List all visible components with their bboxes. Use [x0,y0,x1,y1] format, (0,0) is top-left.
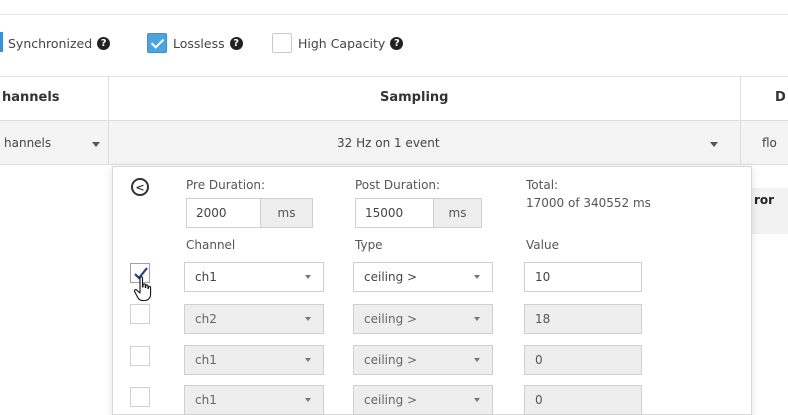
channel-select[interactable]: ch1 [184,385,324,415]
lossless-label: Lossless [173,35,225,51]
total-value: 17000 of 340552 ms [526,196,651,210]
type-select-value: ceiling > [364,353,418,367]
value-input[interactable]: 18 [524,304,642,334]
chevron-down-icon [474,275,480,279]
partial-dropdown-value[interactable]: flo [762,136,777,150]
lossless-checkbox[interactable] [147,33,167,53]
error-column-label: ror [754,193,775,207]
chevron-down-icon [305,358,311,362]
chevron-down-icon [474,398,480,402]
pre-duration-label: Pre Duration: [186,178,266,192]
type-select[interactable]: ceiling > [353,262,493,292]
channel-select-value: ch1 [195,270,217,284]
synchronized-label: Synchronized [8,35,93,51]
total-label: Total: [526,178,559,192]
sampling-dropdown[interactable]: 32 Hz on 1 event [109,121,740,165]
hand-cursor-icon [133,276,152,302]
type-select-value: ceiling > [364,393,418,407]
channel-select-value: ch1 [195,393,217,407]
value-input[interactable]: 0 [524,345,642,375]
chevron-down-icon [474,317,480,321]
chevron-down-icon [305,275,311,279]
chevron-down-icon [92,142,100,147]
value-column-label: Value [526,238,559,252]
post-duration-unit: ms [433,198,482,228]
post-duration-input[interactable]: 15000 [355,198,434,228]
type-select-value: ceiling > [364,270,418,284]
high-capacity-label: High Capacity [298,35,386,51]
type-select[interactable]: ceiling > [353,385,493,415]
table-header-top-border [0,76,788,77]
channel-select-value: ch1 [195,353,217,367]
chevron-down-icon [710,142,718,147]
chevron-down-icon [474,358,480,362]
help-icon[interactable]: ? [97,36,111,50]
channels-dropdown-value: hannels [4,136,52,150]
options-edge-bar [0,32,3,52]
channel-select[interactable]: ch1 [184,262,324,292]
type-select-value: ceiling > [364,312,418,326]
chevron-down-icon [305,398,311,402]
row-checkbox[interactable] [130,387,150,407]
channel-select[interactable]: ch2 [184,304,324,334]
help-icon[interactable]: ? [390,36,404,50]
pre-duration-unit: ms [260,198,313,228]
high-capacity-option[interactable]: High Capacity ? [272,33,404,53]
help-icon[interactable]: ? [229,36,243,50]
chevron-down-icon [305,317,311,321]
partial-column-header[interactable]: D [775,90,786,105]
row-checkbox[interactable] [130,346,150,366]
sampling-dropdown-value: 32 Hz on 1 event [337,136,440,150]
back-arrow-icon[interactable]: < [131,178,149,196]
high-capacity-checkbox[interactable] [272,33,292,53]
type-column-label: Type [355,238,383,252]
channel-select-value: ch2 [195,312,217,326]
type-select[interactable]: ceiling > [353,345,493,375]
post-duration-label: Post Duration: [355,178,441,192]
value-input[interactable]: 0 [524,385,642,415]
channels-column-header[interactable]: hannels [2,90,60,105]
top-divider [0,14,788,15]
lossless-option[interactable]: Lossless ? [147,33,243,53]
pre-duration-input[interactable]: 2000 [186,198,261,228]
channel-select[interactable]: ch1 [184,345,324,375]
synchronized-option[interactable]: Synchronized ? [8,34,111,52]
channel-column-label: Channel [186,238,236,252]
filter-row-bottom-border [0,164,788,165]
value-input[interactable]: 10 [524,262,642,292]
channels-dropdown[interactable]: hannels [0,121,108,165]
type-select[interactable]: ceiling > [353,304,493,334]
row-checkbox[interactable] [130,304,150,324]
column-divider [740,121,741,165]
sampling-column-header[interactable]: Sampling [380,90,448,105]
